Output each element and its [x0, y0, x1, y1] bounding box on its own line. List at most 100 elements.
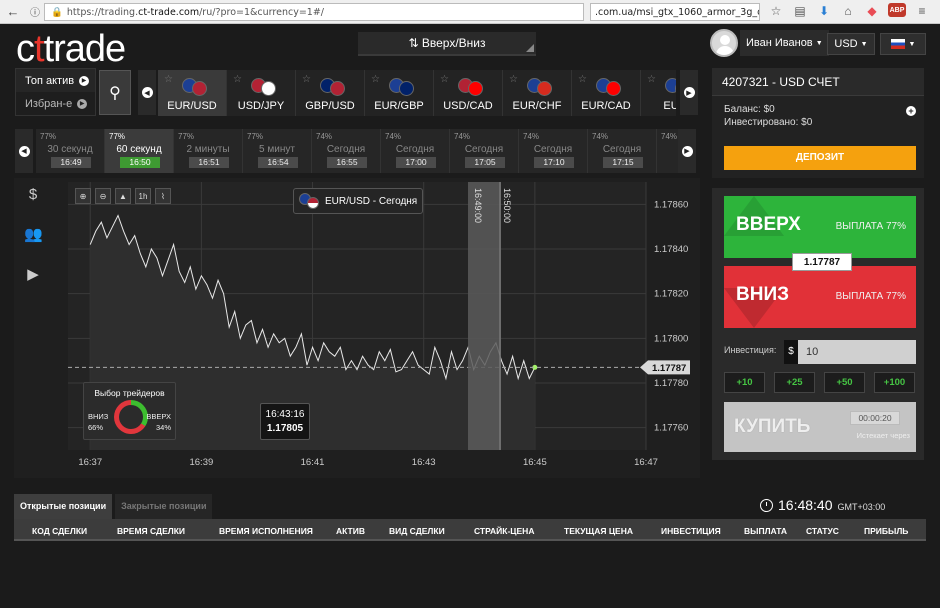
clock-time: 16:48:40	[778, 497, 833, 513]
column-header[interactable]: ВРЕМЯ ИСПОЛНЕНИЯ	[219, 526, 313, 536]
timeframe-1h-button[interactable]: 1h	[135, 188, 151, 204]
tab-open-positions[interactable]: Открытые позиции	[14, 494, 113, 519]
expiry-payout: 74%	[454, 132, 471, 141]
quick-invest-button[interactable]: +10	[724, 372, 765, 393]
column-header[interactable]: ВИД СДЕЛКИ	[389, 526, 445, 536]
chevron-left-icon: ◀	[141, 87, 153, 98]
expiry-label: Сегодня	[464, 144, 504, 155]
expiry-tile[interactable]: 74% Сегодня 16:55	[312, 129, 381, 173]
currency-flags-icon	[182, 78, 208, 96]
asset-tile[interactable]: ☆ EUR/CHF	[503, 70, 572, 116]
star-icon[interactable]: ☆	[302, 74, 311, 85]
asset-tile[interactable]: ☆ EUR/CAD	[572, 70, 641, 116]
browser-search-input[interactable]: .com.ua/msi_gtx_1060_armor_3g_ocv1	[590, 3, 760, 21]
asset-tile[interactable]: ☆ EUR/USD	[158, 70, 227, 116]
expiry-payout: 74%	[316, 132, 333, 141]
expiry-tile[interactable]: 74% Сегодня 17:05	[450, 129, 519, 173]
assets-next-button[interactable]: ▶	[680, 70, 698, 115]
asset-search-button[interactable]: ⚲	[99, 70, 131, 115]
expiry-next-button[interactable]: ▶	[678, 129, 696, 173]
column-header[interactable]: КОД СДЕЛКИ	[32, 526, 87, 536]
star-icon[interactable]: ☆	[440, 74, 449, 85]
language-selector[interactable]: ▼	[880, 33, 926, 55]
plus-icon[interactable]: +	[906, 106, 916, 116]
coins-icon[interactable]: $	[24, 186, 42, 204]
address-bar[interactable]: 🔒 https://trading. ct-trade.com/ru/?pro=1…	[44, 3, 584, 21]
column-header[interactable]: ТЕКУЩАЯ ЦЕНА	[564, 526, 633, 536]
favorites-button[interactable]: Избран-е ▶	[16, 92, 95, 115]
expiry-prev-button[interactable]: ◀	[15, 129, 33, 173]
tab-closed-positions[interactable]: Закрытые позиции	[115, 494, 213, 519]
expiry-payout: 77%	[109, 132, 126, 141]
star-icon[interactable]: ☆	[164, 74, 173, 85]
deposit-button[interactable]: ДЕПОЗИТ	[724, 146, 916, 170]
adblock-icon[interactable]: ABP	[888, 3, 906, 17]
buy-button[interactable]: КУПИТЬ 00:00:20 Истекает через	[724, 402, 916, 452]
column-header[interactable]: АКТИВ	[336, 526, 365, 536]
expiry-tile[interactable]: 77% 2 минуты 16:51	[174, 129, 243, 173]
call-button[interactable]: ВВЕРХ ВЫПЛАТА 77%	[724, 196, 916, 258]
russia-flag-icon	[890, 39, 905, 49]
menu-icon[interactable]: ≡	[914, 3, 930, 19]
asset-tile[interactable]: ☆ USD/CAD	[434, 70, 503, 116]
info-icon[interactable]: ⓘ	[26, 3, 44, 21]
top-assets-button[interactable]: Топ актив ▶	[16, 69, 95, 92]
put-button[interactable]: ВНИЗ ВЫПЛАТА 77%	[724, 266, 916, 328]
expiry-tile[interactable]: 74% Сегодня 17:00	[381, 129, 450, 173]
column-header[interactable]: ВЫПЛАТА	[744, 526, 787, 536]
assets-prev-button[interactable]: ◀	[138, 70, 156, 115]
quick-invest-button[interactable]: +50	[824, 372, 865, 393]
star-icon[interactable]: ☆	[233, 74, 242, 85]
logo-rest: trade	[43, 28, 127, 70]
star-icon[interactable]: ☆	[509, 74, 518, 85]
expiry-tile[interactable]: 77% 30 секунд 16:49	[36, 129, 105, 173]
x-tick-label: 16:43	[412, 457, 436, 468]
zoom-in-icon[interactable]: ⊕	[75, 188, 91, 204]
server-clock: 16:48:40 GMT+03:00	[760, 497, 885, 513]
option-type-selector[interactable]: ⇅ Вверх/Вниз	[358, 32, 536, 56]
investment-label: Инвестиция:	[724, 345, 777, 355]
line-chart-icon[interactable]: ⌇	[155, 188, 171, 204]
star-icon[interactable]: ☆	[371, 74, 380, 85]
expiry-tile[interactable]: 74% Сегодня 17:10	[519, 129, 588, 173]
star-icon[interactable]: ☆	[578, 74, 587, 85]
asset-tile[interactable]: ☆ EUR	[641, 70, 676, 116]
pocket-icon[interactable]: ◆	[864, 3, 880, 19]
currency-selector[interactable]: USD ▼	[827, 33, 875, 55]
asset-tile[interactable]: ☆ USD/JPY	[227, 70, 296, 116]
quick-invest-button[interactable]: +25	[774, 372, 815, 393]
asset-tile[interactable]: ☆ GBP/USD	[296, 70, 365, 116]
play-circle-icon[interactable]: ▶	[24, 266, 42, 284]
expiry-tile[interactable]: 77% 5 минут 16:54	[243, 129, 312, 173]
users-icon[interactable]: 👥	[24, 226, 43, 244]
asset-tile[interactable]: ☆ EUR/GBP	[365, 70, 434, 116]
home-icon[interactable]: ⌂	[840, 3, 856, 19]
zoom-out-icon[interactable]: ⊖	[95, 188, 111, 204]
currency-flags-icon	[665, 78, 676, 96]
column-header[interactable]: ИНВЕСТИЦИЯ	[661, 526, 721, 536]
buy-label: КУПИТЬ	[734, 416, 811, 437]
expiry-tile[interactable]: 74% Сегодня 17:15	[588, 129, 657, 173]
back-arrow-icon[interactable]: ←	[4, 3, 22, 21]
chart-pair-label[interactable]: EUR/USD - Сегодня	[293, 188, 423, 214]
lock-icon: 🔒	[51, 6, 63, 18]
column-header[interactable]: ВРЕМЯ СДЕЛКИ	[117, 526, 185, 536]
area-chart-icon[interactable]: ▲	[115, 188, 131, 204]
clock-icon	[760, 498, 773, 512]
star-icon[interactable]: ☆	[768, 3, 784, 19]
column-header[interactable]: СТРАЙК-ЦЕНА	[474, 526, 534, 536]
expiry-tile[interactable]: 74% С	[657, 129, 678, 173]
clipboard-icon[interactable]: ▤	[792, 3, 808, 19]
investment-input[interactable]: $ 10	[784, 340, 916, 364]
column-header[interactable]: ПРИБЫЛЬ	[864, 526, 908, 536]
expiry-tile[interactable]: 77% 60 секунд 16:50	[105, 129, 174, 173]
quick-invest-button[interactable]: +100	[874, 372, 915, 393]
download-icon[interactable]: ⬇	[816, 3, 832, 19]
y-tick-label: 1.17780	[654, 378, 688, 389]
star-icon[interactable]: ☆	[647, 74, 656, 85]
user-menu[interactable]: Иван Иванов ▼	[710, 28, 829, 58]
expiry-label: Сегодня	[395, 144, 435, 155]
column-header[interactable]: СТАТУС	[806, 526, 839, 536]
ctrade-logo[interactable]: cttrade	[16, 28, 127, 71]
price-chart[interactable]: 16:3716:3916:4116:4316:4516:4716:491.178…	[52, 178, 700, 478]
